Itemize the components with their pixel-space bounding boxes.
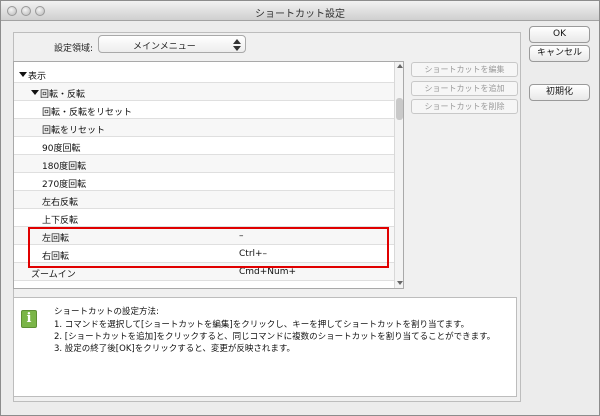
list-item[interactable]: 回転・反転をリセット [14,101,394,119]
reset-button[interactable]: 初期化 [529,84,590,101]
region-select-value: メインメニュー [133,42,196,52]
scroll-down-arrow-icon[interactable] [397,281,403,285]
scroll-up-arrow-icon[interactable] [397,64,403,68]
list-item[interactable]: 回転・反転 [14,83,394,101]
chevron-down-icon [233,46,241,51]
list-item-name: ズームイン [31,270,76,280]
help-panel: i ショートカットの設定方法: 1. コマンドを選択して[ショートカットを編集]… [13,297,517,397]
disclosure-triangle-icon[interactable] [19,72,27,77]
list-item-name: 上下反転 [42,216,79,226]
list-item[interactable]: 180度回転 [14,155,394,173]
list-item-name: 90度回転 [42,144,81,154]
help-title: ショートカットの設定方法: [54,307,159,317]
list-item-name: 回転・反転をリセット [42,108,133,118]
list-item[interactable]: 回転をリセット [14,119,394,137]
list-item-name: 左右反転 [42,198,79,208]
list-scrollbar[interactable] [394,62,403,288]
list-item-name: 回転をリセット [42,126,106,136]
list-item[interactable]: 270度回転 [14,173,394,191]
scroll-thumb[interactable] [396,98,403,120]
highlight-box [28,227,389,268]
window-title: ショートカット設定 [255,9,345,20]
ok-button[interactable]: OK [529,26,590,43]
chevron-up-icon [233,39,241,44]
delete-shortcut-button[interactable]: ショートカットを削除 [411,99,518,114]
list-item[interactable]: 左右反転 [14,191,394,209]
title-bar: ショートカット設定 [1,1,599,21]
region-select[interactable]: メインメニュー [98,35,246,53]
list-item-shortcut: Cmd+Num+ [239,267,297,277]
list-item[interactable]: 90度回転 [14,137,394,155]
list-item[interactable]: 上下反転 [14,209,394,227]
help-line-2: 2. [ショートカットを追加]をクリックすると、同じコマンドに複数のショートカッ… [54,332,496,342]
list-item-name: 180度回転 [42,162,87,172]
list-item-name: 回転・反転 [40,90,86,100]
shortcut-settings-window: ショートカット設定 設定領域: メインメニュー 表示回転・反転回転・反転をリセッ… [0,0,600,416]
help-line-1: 1. コマンドを選択して[ショートカットを編集]をクリックし、キーを押してショー… [54,320,470,330]
disclosure-triangle-icon[interactable] [31,90,39,95]
info-icon: i [21,310,37,328]
add-shortcut-button[interactable]: ショートカットを追加 [411,81,518,96]
region-label: 設定領域: [54,44,94,54]
list-item-name: 表示 [28,72,47,82]
help-line-3: 3. 設定の終了後[OK]をクリックすると、変更が反映されます。 [54,344,296,354]
edit-shortcut-button[interactable]: ショートカットを編集 [411,62,518,77]
list-item-name: 270度回転 [42,180,87,190]
cancel-button[interactable]: キャンセル [529,45,590,62]
list-item[interactable]: 表示 [14,65,394,83]
